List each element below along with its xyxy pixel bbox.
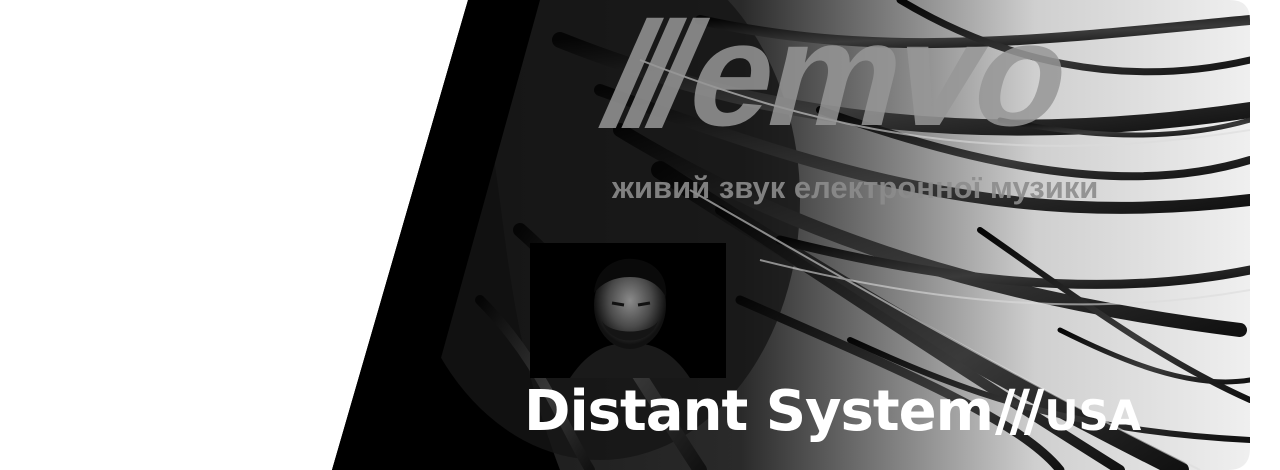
logo-wordmark-text: emvo — [672, 0, 1085, 157]
artist-portrait-icon — [530, 243, 726, 378]
artist-separator: /// — [994, 379, 1044, 444]
emvo-logo: ///emvo — [590, 0, 1085, 157]
artist-name: Distant System — [524, 379, 994, 444]
logo-tagline: живий звук електронної музики — [612, 170, 1099, 205]
artist-portrait — [530, 243, 726, 378]
event-banner: ///emvo живий звук електронної музики Di… — [0, 0, 1280, 470]
artist-country: USA — [1044, 391, 1142, 440]
artist-title: Distant System///USA — [524, 376, 1141, 452]
